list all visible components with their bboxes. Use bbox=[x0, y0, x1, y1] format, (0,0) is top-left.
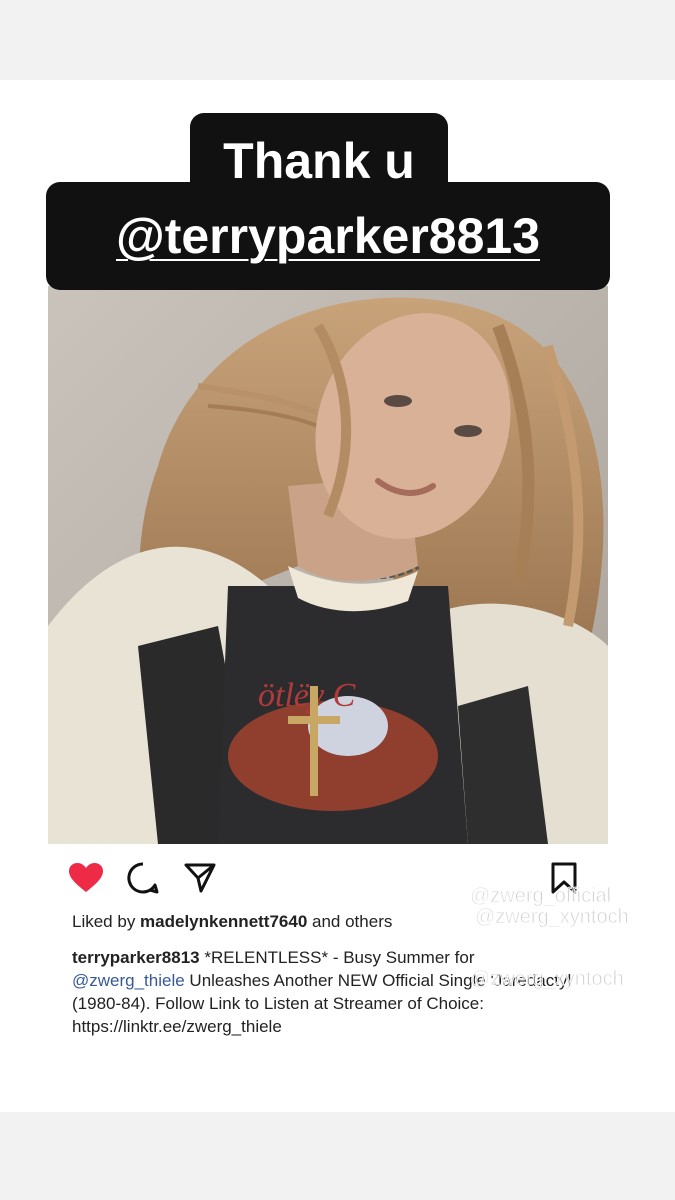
watermark-3: @zwerg_xyntoch bbox=[470, 968, 625, 991]
top-background bbox=[0, 0, 675, 80]
liked-by-line: Liked by madelynkennett7640 and others bbox=[72, 912, 392, 932]
heart-icon[interactable] bbox=[66, 858, 106, 898]
bottom-background bbox=[0, 1112, 675, 1200]
caption-link[interactable]: https://linktr.ee/zwerg_thiele bbox=[72, 1017, 282, 1036]
caption-text-1: *RELENTLESS* - Busy Summer for bbox=[199, 948, 475, 967]
send-icon[interactable] bbox=[180, 858, 220, 898]
comment-icon[interactable] bbox=[123, 858, 163, 898]
liked-by-suffix[interactable]: and others bbox=[307, 912, 392, 931]
sticker-mention[interactable]: @terryparker8813 bbox=[46, 182, 610, 290]
caption-mention[interactable]: @zwerg_thiele bbox=[72, 971, 185, 990]
caption-username[interactable]: terryparker8813 bbox=[72, 948, 200, 967]
liked-by-user[interactable]: madelynkennett7640 bbox=[140, 912, 307, 931]
sticker-mention-text[interactable]: @terryparker8813 bbox=[116, 207, 540, 265]
liked-by-prefix: Liked by bbox=[72, 912, 141, 931]
svg-text:ötlëy C: ötlëy C bbox=[258, 677, 356, 714]
post-photo: ötlëy C bbox=[48, 286, 608, 844]
watermark-2: @zwerg_xyntoch bbox=[475, 906, 630, 929]
watermark-1: @zwerg_official bbox=[469, 885, 612, 908]
post-caption: terryparker8813 *RELENTLESS* - Busy Summ… bbox=[72, 946, 592, 1038]
